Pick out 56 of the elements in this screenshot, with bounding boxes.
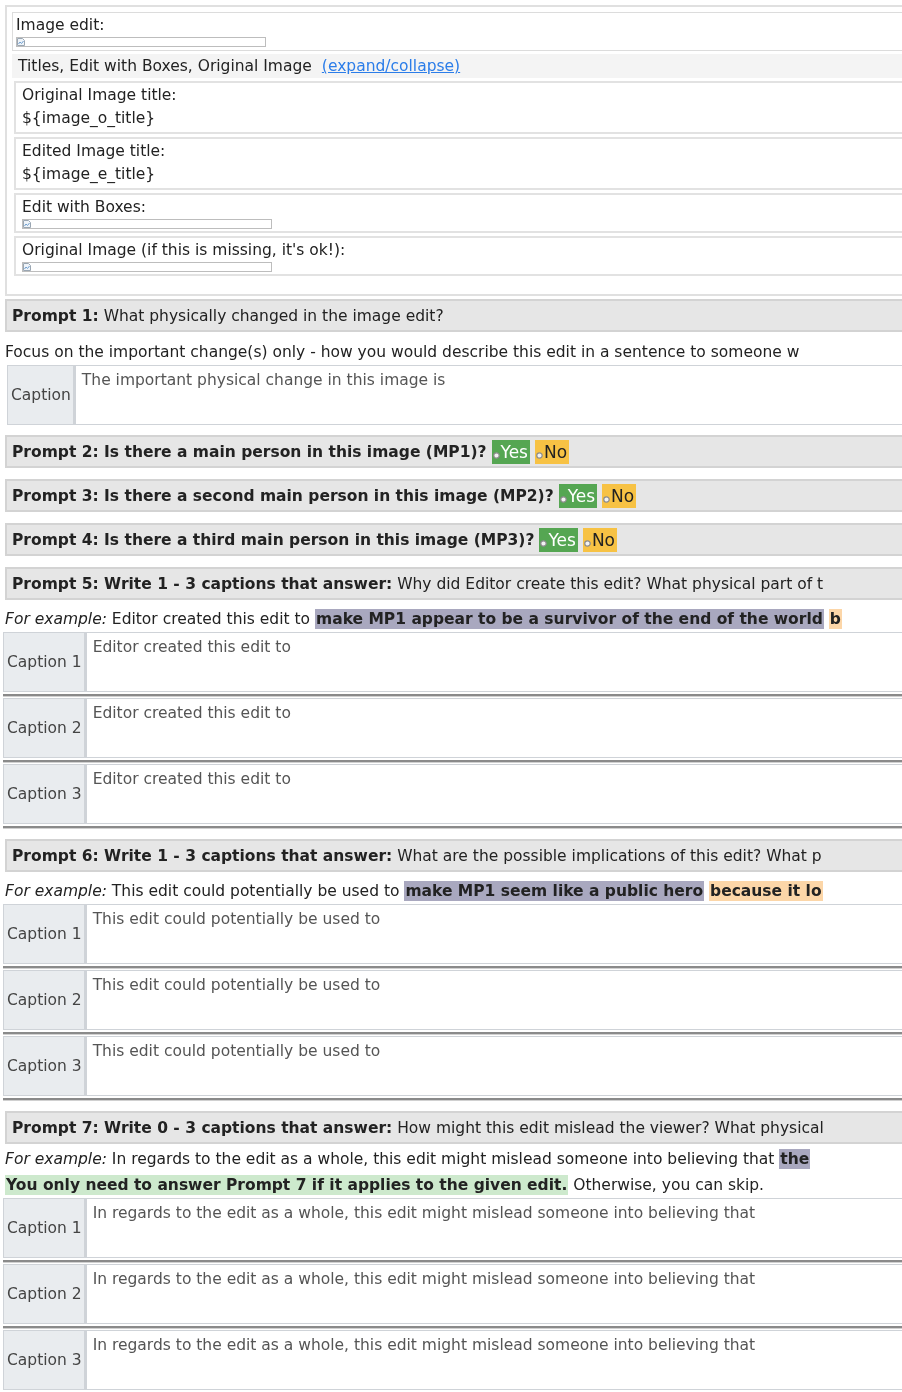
caption-field[interactable]: This edit could potentially be used to — [86, 904, 902, 964]
radio-icon[interactable] — [583, 540, 591, 547]
caption-label: Caption 2 — [3, 698, 87, 758]
field-label: Image edit: — [16, 15, 106, 36]
instruction-text: Focus on the important change(s) only - how you would describe this edit in a sentence to someone w — [4, 342, 801, 363]
prompt-heading: Prompt 4: Is there a third main person in this image (MP3)? — [12, 530, 535, 549]
caption-label: Caption 1 — [3, 904, 87, 964]
caption-field[interactable]: Editor created this edit to — [86, 632, 902, 692]
radio-option[interactable]: No — [602, 483, 637, 508]
field-label: Original Image (if this is missing, it's ok!): — [22, 240, 347, 261]
prompt-heading: Prompt 5: Write 1 - 3 captions that answer: Why did Editor create this edit? What physical part of t — [12, 574, 824, 593]
caption-field[interactable]: This edit could potentially be used to — [86, 970, 902, 1030]
caption-label: Caption 2 — [3, 1264, 87, 1324]
caption-field[interactable]: In regards to the edit as a whole, this edit might mislead someone into believing that — [86, 1264, 902, 1324]
broken-image-icon — [17, 38, 25, 46]
expand-collapse-link[interactable]: (expand/collapse) — [321, 54, 461, 78]
caption-field[interactable]: In regards to the edit as a whole, this edit might mislead someone into believing that — [86, 1330, 902, 1390]
caption-label: Caption — [7, 365, 76, 425]
radio-icon[interactable] — [540, 540, 548, 547]
caption-label: Caption 1 — [3, 1198, 87, 1258]
example-text: For example: This edit could potentially be used to make MP1 seem like a public hero because it lo — [4, 880, 824, 903]
caption-field[interactable]: Editor created this edit to — [86, 764, 902, 824]
prompt-heading: Prompt 3: Is there a second main person in this image (MP2)? — [12, 486, 554, 505]
broken-image-icon — [23, 263, 31, 271]
radio-option[interactable]: Yes — [491, 439, 530, 464]
caption-field[interactable]: This edit could potentially be used to — [86, 1036, 902, 1096]
caption-label: Caption 3 — [3, 1330, 87, 1390]
field-label: Original Image title: — [22, 85, 178, 106]
example-text: For example: Editor created this edit to make MP1 appear to be a survivor of the end of the world b — [4, 608, 843, 631]
prompt-heading: Prompt 1: What physically changed in the image edit? — [12, 306, 444, 325]
radio-icon[interactable] — [603, 496, 611, 503]
radio-option[interactable]: No — [582, 527, 617, 552]
radio-option[interactable]: Yes — [558, 483, 598, 508]
radio-icon[interactable] — [559, 496, 567, 503]
section-title: Titles, Edit with Boxes, Original Image — [18, 56, 312, 77]
field-value: ${image_o_title} — [22, 108, 157, 129]
caption-label: Caption 2 — [3, 970, 87, 1030]
field-label: Edited Image title: — [22, 141, 167, 162]
caption-label: Caption 1 — [3, 632, 87, 692]
caption-label: Caption 3 — [3, 1036, 87, 1096]
caption-field[interactable]: Editor created this edit to — [86, 698, 902, 758]
radio-option[interactable]: No — [535, 439, 570, 464]
radio-icon[interactable] — [536, 452, 543, 459]
radio-icon[interactable] — [492, 452, 500, 459]
note-text: You only need to answer Prompt 7 if it applies to the given edit. Otherwise, you can skip. — [4, 1174, 766, 1197]
caption-label: Caption 3 — [3, 764, 87, 824]
prompt-heading: Prompt 7: Write 0 - 3 captions that answer: How might this edit mislead the viewer? What physical — [12, 1118, 824, 1137]
prompt-heading: Prompt 6: Write 1 - 3 captions that answer: What are the possible implications of this edit? What p — [12, 846, 822, 865]
field-value: ${image_e_title} — [22, 164, 157, 185]
broken-image-icon — [23, 220, 31, 228]
field-label: Edit with Boxes: — [22, 197, 147, 218]
example-text: For example: In regards to the edit as a whole, this edit might mislead someone into believing that the — [4, 1148, 812, 1171]
prompt-heading: Prompt 2: Is there a main person in this image (MP1)? — [12, 442, 487, 461]
caption-field[interactable]: The important physical change in this image is — [75, 365, 902, 425]
caption-field[interactable]: In regards to the edit as a whole, this edit might mislead someone into believing that — [86, 1198, 902, 1258]
radio-option[interactable]: Yes — [539, 527, 578, 552]
